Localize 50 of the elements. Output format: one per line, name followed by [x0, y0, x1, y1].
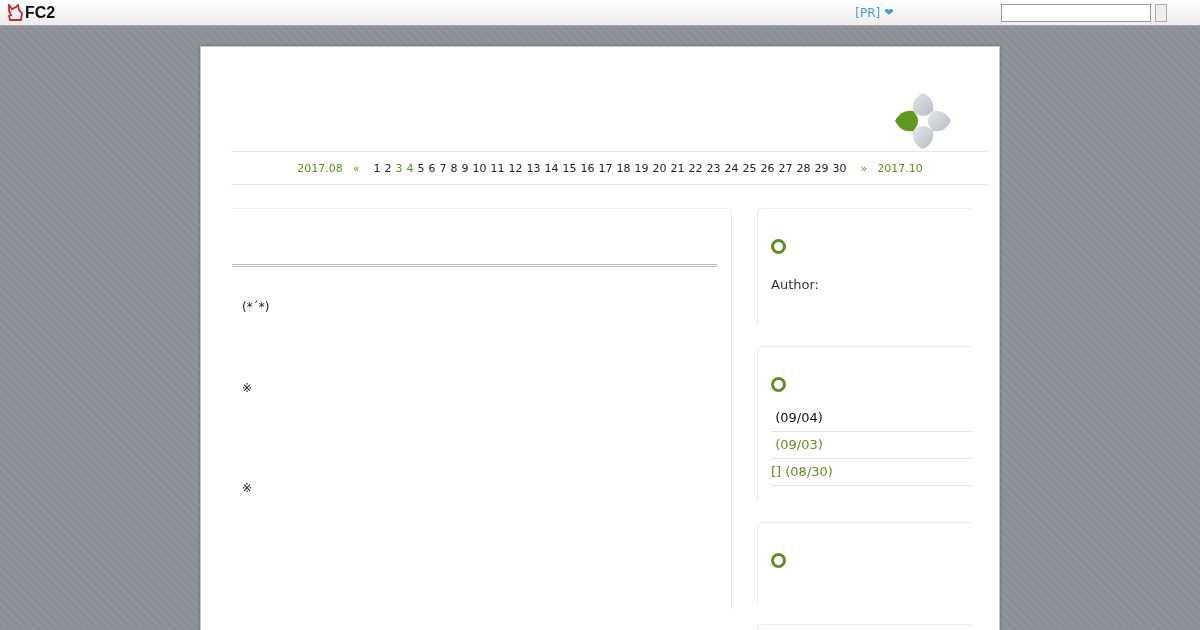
prev-month-link[interactable]: 2017.08 [297, 161, 343, 175]
calendar-day-number: 28 [796, 161, 811, 175]
leaf-emblem-icon [893, 91, 953, 151]
prev-arrow-link[interactable]: « [352, 161, 360, 175]
search-button[interactable] [1155, 3, 1168, 22]
calendar-day-number: 21 [670, 161, 685, 175]
logo-text[interactable]: FC2 [25, 3, 56, 22]
calendar-day-number: 29 [814, 161, 829, 175]
calendar-day-number: 2 [384, 161, 392, 175]
calendar-day-number: 6 [428, 161, 436, 175]
calendar-day-number: 11 [490, 161, 505, 175]
recent-entry-link[interactable]: [] (08/30) [771, 459, 971, 486]
calendar-day-number: 25 [742, 161, 757, 175]
ring-icon [771, 239, 786, 254]
search-field[interactable] [1001, 3, 1152, 22]
entry-text: (*´*) [242, 300, 271, 314]
calendar-day-link[interactable]: 3 [395, 161, 403, 175]
calendar-day-number: 13 [526, 161, 541, 175]
calendar-day-number: 30 [832, 161, 847, 175]
author-label: Author: [771, 277, 820, 292]
calendar-day-link[interactable]: 4 [406, 161, 414, 175]
recent-entry-link[interactable]: (09/03) [771, 432, 971, 459]
calendar-day-number: 14 [544, 161, 559, 175]
heart-icon: ❤ [884, 6, 894, 19]
recent-entry-link[interactable]: (09/04) [771, 405, 971, 432]
calendar-day-number: 23 [706, 161, 721, 175]
entry-text: ※ [242, 481, 254, 495]
entry-text: ※ [242, 381, 254, 395]
calendar-day-number: 5 [417, 161, 425, 175]
calendar-day-number: 26 [760, 161, 775, 175]
calendar-day-number: 1 [373, 161, 381, 175]
calendar-day-number: 19 [634, 161, 649, 175]
calendar-day-number: 20 [652, 161, 667, 175]
calendar-day-number: 10 [472, 161, 487, 175]
next-month-link[interactable]: 2017.10 [877, 161, 923, 175]
calendar-day-number: 16 [580, 161, 595, 175]
calendar-day-number: 27 [778, 161, 793, 175]
calendar-day-number: 17 [598, 161, 613, 175]
ring-icon [771, 377, 786, 392]
calendar-day-number: 12 [508, 161, 523, 175]
calendar-day-number: 18 [616, 161, 631, 175]
ring-icon [771, 553, 786, 568]
calendar-day-number: 9 [461, 161, 469, 175]
pr-link[interactable]: [PR] [855, 5, 881, 20]
calendar-day-number: 22 [688, 161, 703, 175]
calendar-day-number: 7 [439, 161, 447, 175]
calendar-day-number: 24 [724, 161, 739, 175]
calendar-day-number: 8 [450, 161, 458, 175]
calendar-day-number: 15 [562, 161, 577, 175]
next-arrow-link[interactable]: » [860, 161, 868, 175]
